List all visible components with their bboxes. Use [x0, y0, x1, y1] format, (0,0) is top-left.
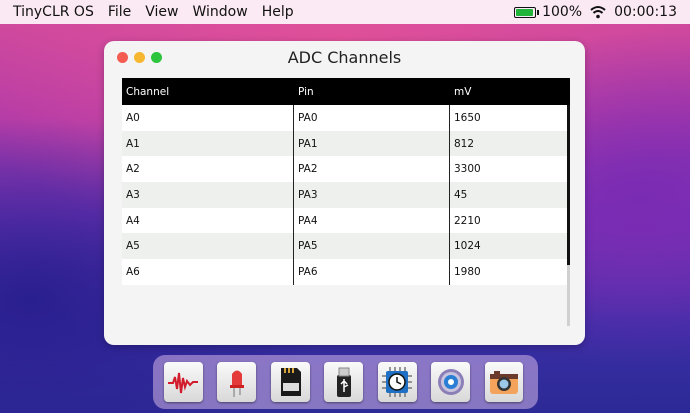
table-row[interactable]: A1 PA1 812 [122, 130, 570, 157]
cell-channel: A1 [122, 130, 294, 157]
table-row[interactable]: A5 PA5 1024 [122, 233, 570, 260]
cell-channel: A3 [122, 182, 294, 208]
usb-drive-icon[interactable] [324, 362, 364, 402]
cell-mv: 45 [454, 188, 468, 201]
cell-pin: PA6 [294, 259, 450, 285]
app-name[interactable]: TinyCLR OS [13, 4, 94, 20]
table-row[interactable]: A6 PA6 1980 [122, 259, 570, 285]
cell-pin: PA0 [294, 105, 450, 131]
cell-mv: 2210 [454, 214, 481, 227]
battery-percent: 100% [542, 4, 583, 20]
clock-chip-icon[interactable] [377, 362, 417, 402]
camera-icon[interactable] [484, 362, 524, 402]
clock: 00:00:13 [614, 4, 677, 20]
cell-mv: 812 [454, 137, 475, 150]
menu-bar: TinyCLR OS File View Window Help 100% 00… [0, 0, 690, 24]
led-icon[interactable] [217, 362, 257, 402]
table-row[interactable]: A4 PA4 2210 [122, 207, 570, 234]
sd-card-icon[interactable] [270, 362, 310, 402]
header-pin[interactable]: Pin [294, 86, 450, 98]
cell-channel: A0 [122, 105, 294, 131]
menu-window[interactable]: Window [193, 4, 248, 20]
cell-pin: PA1 [294, 130, 450, 157]
table-body: A0 PA0 1650 A1 PA1 812 A2 PA2 3300 A3 PA3 45 A4 PA4 22… [122, 105, 570, 285]
menu-help[interactable]: Help [262, 4, 294, 20]
table-scrollbar[interactable] [567, 105, 570, 326]
table-row[interactable]: A2 PA2 3300 [122, 156, 570, 183]
table-row[interactable]: A0 PA0 1650 [122, 105, 570, 131]
scrollbar-thumb[interactable] [567, 265, 570, 326]
table-header: Channel Pin mV [122, 78, 570, 105]
menu-view[interactable]: View [145, 4, 178, 20]
window-title: ADC Channels [287, 48, 402, 67]
cell-mv: 3300 [454, 163, 481, 176]
status-area: 100% 00:00:13 [514, 4, 677, 20]
header-channel[interactable]: Channel [122, 86, 294, 98]
wifi-icon[interactable] [590, 5, 606, 19]
adc-table: Channel Pin mV A0 PA0 1650 A1 PA1 812 A2 PA2 330… [122, 78, 570, 326]
cell-pin: PA5 [294, 233, 450, 260]
cell-channel: A6 [122, 259, 294, 285]
cell-mv: 1980 [454, 265, 481, 278]
cell-pin: PA3 [294, 182, 450, 208]
dock [153, 355, 538, 409]
cell-channel: A4 [122, 207, 294, 234]
cell-channel: A2 [122, 156, 294, 183]
table-row[interactable]: A3 PA3 45 [122, 182, 570, 208]
cell-pin: PA2 [294, 156, 450, 183]
cell-pin: PA4 [294, 207, 450, 234]
battery-level [516, 8, 534, 16]
battery-icon[interactable] [514, 6, 540, 18]
header-mv[interactable]: mV [450, 86, 566, 98]
oscilloscope-icon[interactable] [164, 362, 203, 402]
cell-channel: A5 [122, 233, 294, 260]
settings-gear-icon[interactable] [431, 362, 471, 402]
cell-mv: 1024 [454, 240, 481, 253]
adc-channels-window: ADC Channels Channel Pin mV A0 PA0 1650 A1 P… [104, 41, 585, 345]
cell-mv: 1650 [454, 111, 481, 124]
menu-file[interactable]: File [108, 4, 131, 20]
